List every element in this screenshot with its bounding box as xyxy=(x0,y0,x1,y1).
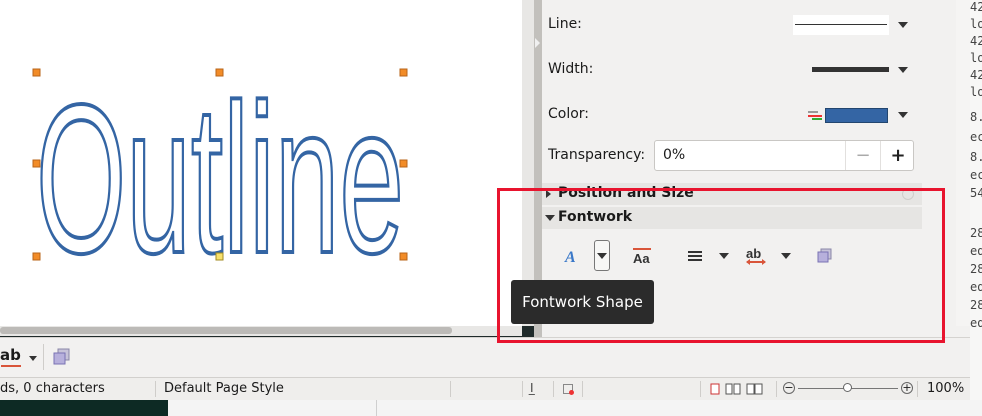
text-tool-label: ab xyxy=(0,346,21,364)
page-style[interactable]: Default Page Style xyxy=(164,381,284,396)
book-view-icon[interactable] xyxy=(746,383,764,399)
line-width-dropdown[interactable] xyxy=(812,67,889,72)
width-label: Width: xyxy=(548,61,594,77)
color-icon xyxy=(808,108,824,122)
chevron-down-icon[interactable] xyxy=(898,67,908,73)
fontwork-handle[interactable] xyxy=(215,252,224,261)
text-tool-button[interactable]: ab xyxy=(0,346,28,368)
decrease-button[interactable]: − xyxy=(845,141,880,170)
chevron-down-icon[interactable] xyxy=(898,22,908,28)
document-canvas[interactable]: Outline xyxy=(0,0,522,326)
fontwork-outline-object[interactable]: Outline xyxy=(0,0,522,326)
zoom-out-icon[interactable]: − xyxy=(783,382,795,394)
line-label: Line: xyxy=(548,16,582,32)
scrollbar-thumb[interactable] xyxy=(0,327,452,334)
transparency-spinbox[interactable]: 0% − + xyxy=(654,140,914,171)
document-modified-icon[interactable] xyxy=(563,384,574,395)
zoom-level[interactable]: 100% xyxy=(927,381,964,396)
word-count[interactable]: ds, 0 characters xyxy=(0,381,105,396)
horizontal-scrollbar[interactable] xyxy=(0,326,522,336)
text-cursor-icon: I̲ xyxy=(530,381,534,395)
desktop-wallpaper xyxy=(0,400,168,416)
line-style-dropdown[interactable] xyxy=(793,15,889,35)
outline-text[interactable]: Outline xyxy=(34,58,406,299)
drawing-toolbar: ab xyxy=(0,337,970,377)
background-window-edge: 42 lo 42 lo 42 lo 8. ec 8. ec 54 28 ed 2… xyxy=(970,0,982,400)
increase-button[interactable]: + xyxy=(880,141,915,170)
tooltip: Fontwork Shape xyxy=(511,280,654,324)
zoom-slider-thumb[interactable] xyxy=(843,383,852,392)
zoom-in-icon[interactable]: + xyxy=(901,382,913,394)
single-page-view-icon[interactable] xyxy=(710,383,720,399)
multi-page-view-icon[interactable] xyxy=(725,383,741,399)
chevron-down-icon[interactable] xyxy=(29,356,37,361)
status-bar: ds, 0 characters Default Page Style I̲ −… xyxy=(0,377,970,400)
collapse-arrow-icon xyxy=(535,38,540,48)
extrusion-icon[interactable] xyxy=(52,346,72,368)
transparency-label: Transparency: xyxy=(548,147,646,163)
chevron-down-icon[interactable] xyxy=(898,112,908,118)
desktop-divider xyxy=(376,400,377,416)
line-color-swatch[interactable] xyxy=(825,108,888,123)
transparency-input[interactable]: 0% xyxy=(663,147,685,163)
color-label: Color: xyxy=(548,106,590,122)
